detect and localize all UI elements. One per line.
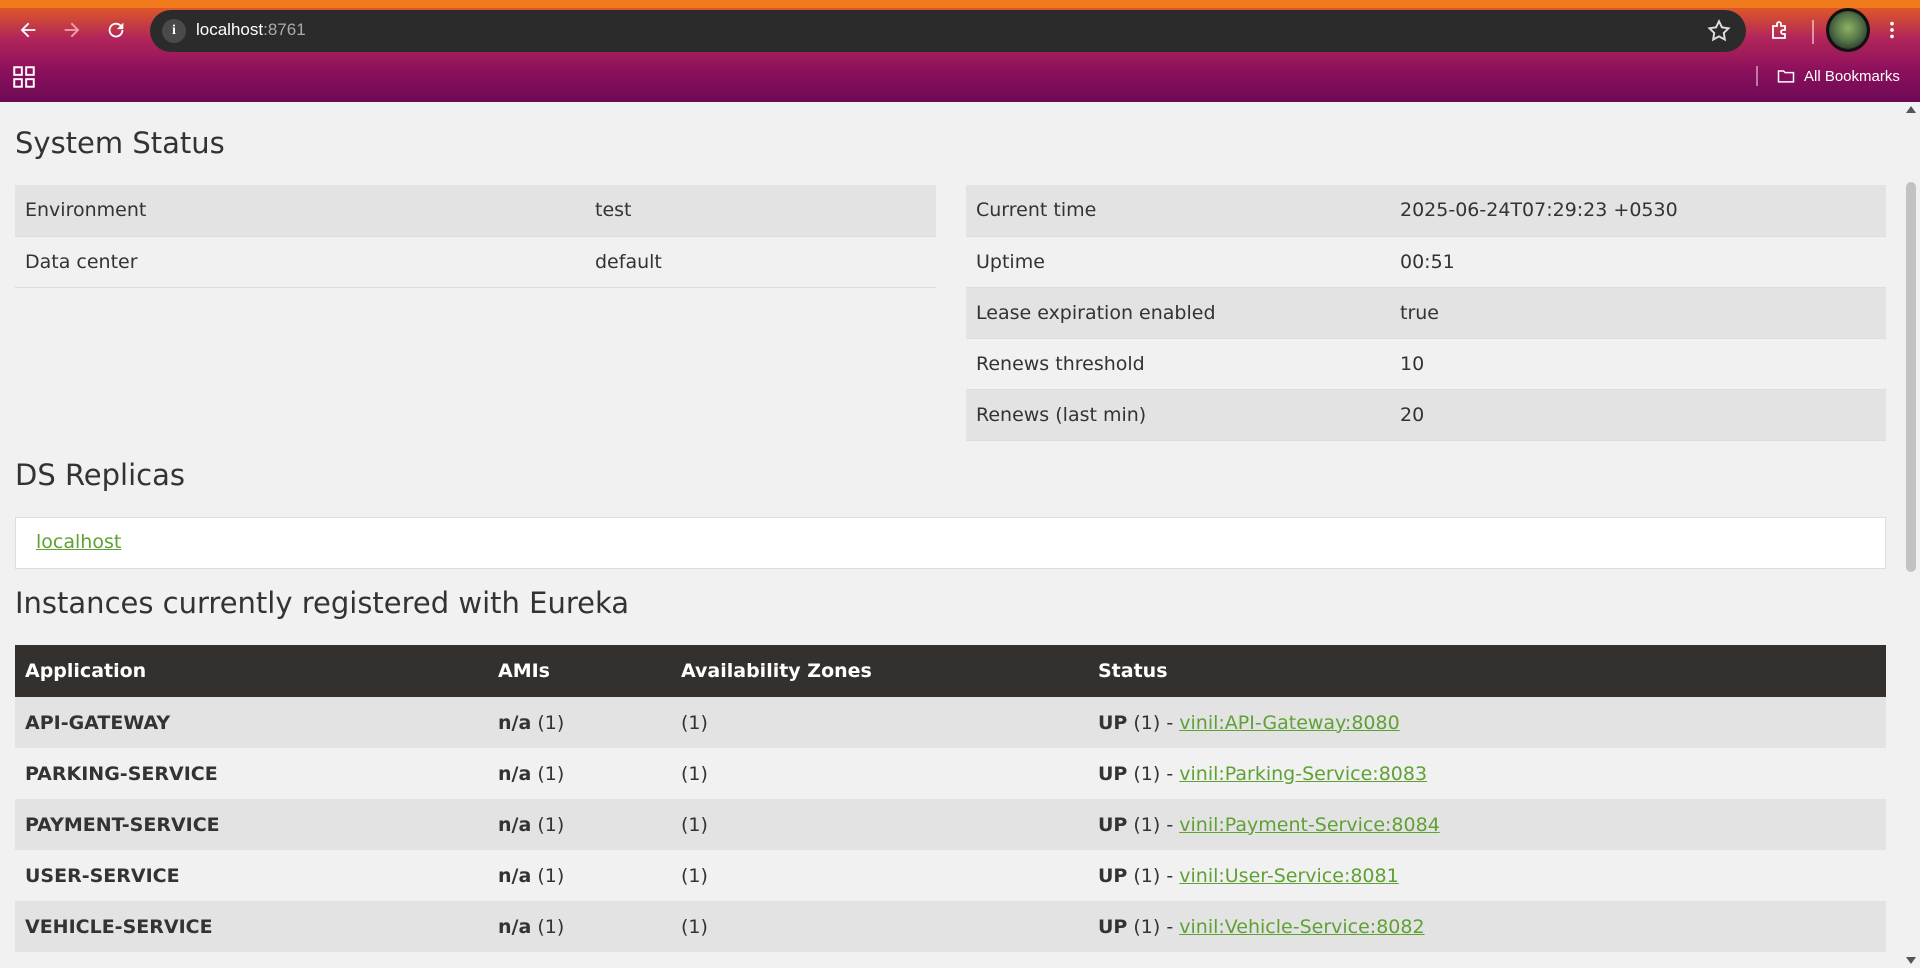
application-name: API-GATEWAY	[15, 697, 488, 748]
table-row: Renews threshold 10	[966, 338, 1886, 390]
scroll-down-arrow-icon[interactable]	[1906, 957, 1916, 964]
column-header-amis: AMIs	[488, 645, 671, 697]
vertical-scrollbar[interactable]	[1902, 102, 1920, 968]
table-row: USER-SERVICE n/a (1) (1) UP (1) - vinil:…	[15, 850, 1886, 901]
ds-replicas-title: DS Replicas	[15, 458, 185, 492]
zones-cell: (1)	[671, 850, 1088, 901]
replica-link[interactable]: localhost	[36, 531, 121, 553]
zones-cell: (1)	[671, 748, 1088, 799]
table-row: API-GATEWAY n/a (1) (1) UP (1) - vinil:A…	[15, 697, 1886, 748]
status-key: Current time	[966, 185, 1390, 237]
table-row: Lease expiration enabled true	[966, 287, 1886, 339]
status-key: Data center	[15, 236, 585, 288]
table-row: Data center default	[15, 236, 936, 288]
instance-link[interactable]: vinil:User-Service:8081	[1179, 865, 1398, 887]
status-cell: UP (1) - vinil:User-Service:8081	[1088, 850, 1886, 901]
table-row: VEHICLE-SERVICE n/a (1) (1) UP (1) - vin…	[15, 901, 1886, 952]
instances-table: Application AMIs Availability Zones Stat…	[15, 645, 1886, 952]
folder-icon	[1777, 70, 1795, 83]
status-value: default	[585, 236, 936, 288]
application-name: VEHICLE-SERVICE	[15, 901, 488, 952]
reload-icon	[108, 22, 124, 38]
table-row: Uptime 00:51	[966, 236, 1886, 288]
table-row: PARKING-SERVICE n/a (1) (1) UP (1) - vin…	[15, 748, 1886, 799]
all-bookmarks-label: All Bookmarks	[1804, 67, 1900, 85]
arrow-left-icon	[20, 22, 36, 38]
system-status-left-table: Environment test Data center default	[15, 185, 936, 288]
back-button[interactable]	[10, 12, 46, 48]
status-value: 20	[1390, 389, 1886, 441]
instance-link[interactable]: vinil:API-Gateway:8080	[1179, 712, 1399, 734]
zones-cell: (1)	[671, 799, 1088, 850]
profile-avatar[interactable]	[1826, 8, 1870, 52]
amis-cell: n/a (1)	[488, 697, 671, 748]
status-value: 00:51	[1390, 236, 1886, 288]
puzzle-icon	[1772, 21, 1786, 39]
table-row: Environment test	[15, 185, 936, 237]
apps-grid-icon[interactable]	[10, 64, 38, 90]
system-status-right-table: Current time 2025-06-24T07:29:23 +0530 U…	[966, 185, 1886, 441]
all-bookmarks-button[interactable]: All Bookmarks	[1776, 64, 1900, 88]
menu-button[interactable]	[1876, 12, 1908, 48]
instance-link[interactable]: vinil:Payment-Service:8084	[1179, 814, 1440, 836]
column-header-application: Application	[15, 645, 488, 697]
ds-replicas-panel: localhost	[15, 517, 1886, 569]
zones-cell: (1)	[671, 697, 1088, 748]
table-row: PAYMENT-SERVICE n/a (1) (1) UP (1) - vin…	[15, 799, 1886, 850]
status-value: 10	[1390, 338, 1886, 390]
status-value: test	[585, 185, 936, 237]
status-cell: UP (1) - vinil:Payment-Service:8084	[1088, 799, 1886, 850]
amis-cell: n/a (1)	[488, 901, 671, 952]
forward-button[interactable]	[54, 12, 90, 48]
table-header-row: Application AMIs Availability Zones Stat…	[15, 645, 1886, 697]
application-name: PARKING-SERVICE	[15, 748, 488, 799]
application-name: USER-SERVICE	[15, 850, 488, 901]
extensions-button[interactable]	[1762, 12, 1798, 48]
column-header-zones: Availability Zones	[671, 645, 1088, 697]
status-cell: UP (1) - vinil:Parking-Service:8083	[1088, 748, 1886, 799]
status-cell: UP (1) - vinil:Vehicle-Service:8082	[1088, 901, 1886, 952]
arrow-right-icon	[64, 22, 80, 38]
address-bar[interactable]: i localhost:8761	[150, 10, 1746, 52]
amis-cell: n/a (1)	[488, 748, 671, 799]
column-header-status: Status	[1088, 645, 1886, 697]
star-icon[interactable]	[1706, 18, 1732, 44]
system-status-title: System Status	[15, 126, 225, 160]
amis-cell: n/a (1)	[488, 850, 671, 901]
instance-link[interactable]: vinil:Parking-Service:8083	[1179, 763, 1427, 785]
url-text[interactable]: localhost:8761	[196, 20, 306, 40]
table-row: Current time 2025-06-24T07:29:23 +0530	[966, 185, 1886, 237]
browser-chrome: i localhost:8761 All Bookmarks	[0, 0, 1920, 102]
status-key: Uptime	[966, 236, 1390, 288]
page-content: System Status Environment test Data cent…	[0, 102, 1902, 968]
application-name: PAYMENT-SERVICE	[15, 799, 488, 850]
scrollbar-thumb[interactable]	[1906, 182, 1916, 572]
toolbar-divider	[1812, 20, 1814, 44]
tab-strip-edge	[0, 0, 1920, 8]
table-row: Renews (last min) 20	[966, 389, 1886, 441]
reload-button[interactable]	[98, 12, 134, 48]
bookmarks-divider	[1756, 66, 1758, 86]
instances-title: Instances currently registered with Eure…	[15, 586, 630, 620]
more-vert-icon	[1890, 21, 1894, 39]
instance-link[interactable]: vinil:Vehicle-Service:8082	[1179, 916, 1424, 938]
status-key: Lease expiration enabled	[966, 287, 1390, 339]
status-key: Renews (last min)	[966, 389, 1390, 441]
status-value: true	[1390, 287, 1886, 339]
amis-cell: n/a (1)	[488, 799, 671, 850]
status-key: Environment	[15, 185, 585, 237]
info-icon[interactable]: i	[162, 19, 186, 43]
status-value: 2025-06-24T07:29:23 +0530	[1390, 185, 1886, 237]
zones-cell: (1)	[671, 901, 1088, 952]
status-key: Renews threshold	[966, 338, 1390, 390]
status-cell: UP (1) - vinil:API-Gateway:8080	[1088, 697, 1886, 748]
scroll-up-arrow-icon[interactable]	[1906, 106, 1916, 113]
